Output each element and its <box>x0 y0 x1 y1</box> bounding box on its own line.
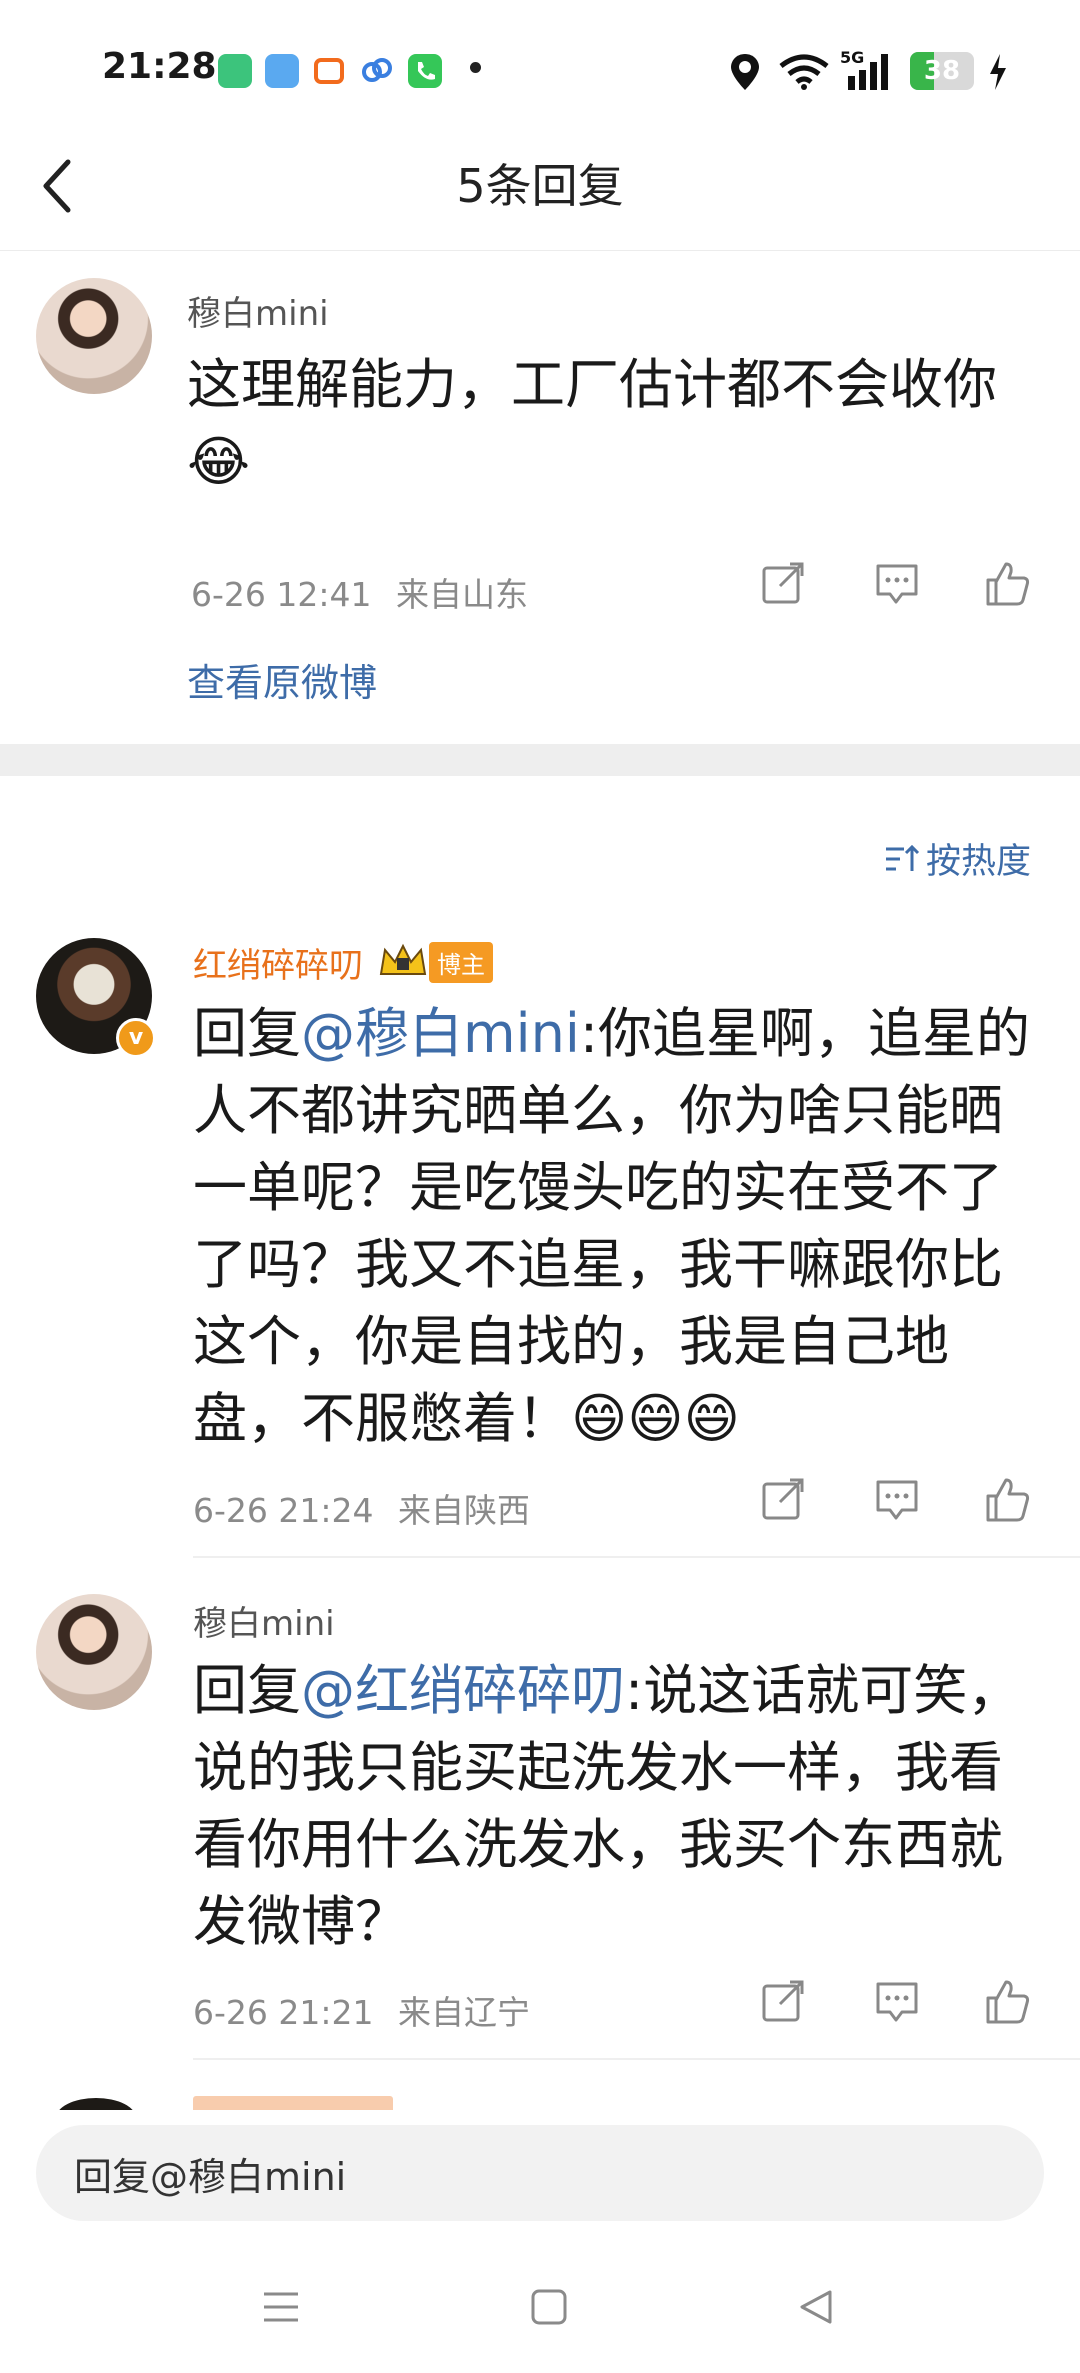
home-icon[interactable] <box>530 2288 568 2330</box>
notification-dot <box>470 62 481 73</box>
avatar[interactable] <box>36 278 152 394</box>
username-peek <box>193 2096 393 2110</box>
reply-username[interactable]: 红绡碎碎叨 <box>193 938 363 987</box>
share-icon[interactable] <box>760 1476 812 1528</box>
status-time: 21:28 <box>102 46 217 87</box>
location-icon <box>728 52 762 96</box>
like-icon[interactable] <box>984 560 1036 612</box>
menu-icon[interactable] <box>262 2290 300 2328</box>
reply-location: 来自陕西 <box>398 1491 530 1530</box>
post-meta: 6-26 12:41 来自山东 <box>191 568 528 616</box>
like-icon[interactable] <box>984 1476 1036 1528</box>
reply-input[interactable] <box>36 2125 1044 2221</box>
battery-indicator: 38 <box>910 52 974 90</box>
share-icon[interactable] <box>760 1978 812 2030</box>
post-time: 6-26 12:41 <box>191 575 372 614</box>
reply-text: 回复@红绡碎碎叨:说这话就可笑，说的我只能买起洗发水一样，我看看你用什么洗发水，… <box>193 1652 1053 1960</box>
post-text: 这理解能力，工厂估计都不会收你😂 <box>187 353 997 493</box>
reply-time: 6-26 21:21 <box>193 1993 374 2032</box>
share-icon[interactable] <box>760 560 812 612</box>
comment-icon[interactable] <box>874 1478 926 1530</box>
taobao-icon <box>312 54 346 88</box>
verified-badge-icon: v <box>116 1018 156 1058</box>
reply-separator <box>193 1556 1080 1558</box>
mention-link[interactable]: @红绡碎碎叨 <box>301 1659 625 1722</box>
reply-header: 红绡碎碎叨 博主 <box>193 938 493 987</box>
back-nav-icon[interactable] <box>796 2288 834 2330</box>
view-original-link[interactable]: 查看原微博 <box>187 652 377 707</box>
system-nav-bar <box>0 2236 1080 2373</box>
battery-percent: 38 <box>923 56 961 86</box>
reply-separator <box>193 2058 1080 2060</box>
sort-by-hot[interactable]: 按热度 <box>884 833 1031 884</box>
reply-username[interactable]: 穆白mini <box>193 1596 335 1645</box>
reply-content: :你追星啊，追星的人不都讲究晒单么，你为啥只能晒一单呢？是吃馒头吃的实在受不了了… <box>193 1002 1031 1450</box>
wifi-icon <box>778 54 830 94</box>
mention-link[interactable]: @穆白mini <box>301 1002 580 1065</box>
sort-label: 按热度 <box>926 842 1032 882</box>
avatar <box>56 2098 136 2110</box>
phone-icon <box>408 54 442 88</box>
reply-meta: 6-26 21:21 来自辽宁 <box>193 1986 530 2034</box>
comment-icon[interactable] <box>874 1980 926 2032</box>
status-bar: 21:28 5G 38 <box>0 0 1080 130</box>
weather-icon <box>265 54 299 88</box>
comment-icon[interactable] <box>874 562 926 614</box>
green-app-icon <box>218 54 252 88</box>
next-reply-peek <box>0 2090 1080 2110</box>
post-location: 来自山东 <box>396 575 528 614</box>
reply-time: 6-26 21:24 <box>193 1491 374 1530</box>
reply-text: 回复@穆白mini:你追星啊，追星的人不都讲究晒单么，你为啥只能晒一单呢？是吃馒… <box>193 995 1053 1457</box>
reply-prefix: 回复 <box>193 1002 301 1065</box>
post-username[interactable]: 穆白mini <box>187 286 329 335</box>
blogger-badge: 博主 <box>429 942 493 983</box>
page-title: 5条回复 <box>456 159 624 213</box>
reply-meta: 6-26 21:24 来自陕西 <box>193 1484 530 1532</box>
avatar[interactable] <box>36 1594 152 1710</box>
baidu-pan-icon <box>360 54 394 88</box>
section-divider <box>0 744 1080 776</box>
charging-icon <box>986 52 1010 96</box>
like-icon[interactable] <box>984 1978 1036 2030</box>
sort-icon <box>884 843 920 884</box>
reply-location: 来自辽宁 <box>398 1993 530 2032</box>
crown-icon <box>377 942 429 984</box>
reply-prefix: 回复 <box>193 1659 301 1722</box>
